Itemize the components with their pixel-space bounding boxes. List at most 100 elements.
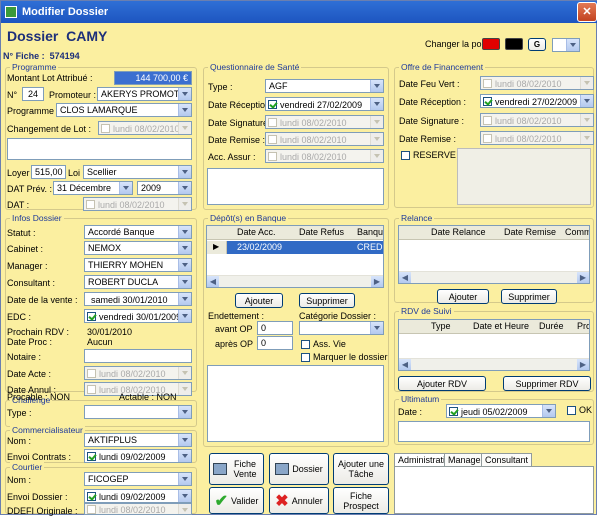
checkbox[interactable] <box>87 385 96 395</box>
checkbox-checked[interactable] <box>87 312 96 322</box>
categorie-dossier-select[interactable] <box>299 321 384 335</box>
checkbox-checked[interactable] <box>87 452 96 462</box>
dat-date[interactable]: lundi 08/02/2010 <box>83 197 192 211</box>
rdv-delete-button[interactable]: Supprimer RDV <box>503 376 591 391</box>
checkbox[interactable] <box>483 116 492 126</box>
sante-type-select[interactable]: AGF <box>265 79 384 93</box>
programme-select[interactable]: CLOS LAMARQUE <box>56 103 192 117</box>
column-header[interactable]: Date et Heure <box>473 321 529 331</box>
reserve-checkbox[interactable]: RESERVE <box>399 150 456 161</box>
commercialisateur-select[interactable]: AKTIFPLUS <box>84 433 192 447</box>
ultimatum-notes[interactable] <box>398 421 590 442</box>
checkbox[interactable] <box>87 505 96 514</box>
column-header[interactable]: Date Remise <box>504 227 556 237</box>
sante-notes[interactable] <box>207 168 384 205</box>
relance-delete-button[interactable]: Supprimer <box>501 289 557 304</box>
apres-op-field[interactable]: 0 <box>257 336 293 350</box>
checkbox[interactable] <box>268 118 277 128</box>
horizontal-scrollbar[interactable]: ◀ ▶ <box>399 271 589 283</box>
checkbox[interactable] <box>268 135 277 145</box>
column-header[interactable]: Banque <box>357 227 383 237</box>
challenge-type-select[interactable] <box>84 405 192 419</box>
courtier-select[interactable]: FICOGEP <box>84 472 192 486</box>
fin-signature-date[interactable]: lundi 08/02/2010 <box>480 113 594 127</box>
annuler-button[interactable]: ✖ Annuler <box>269 487 329 514</box>
checkbox[interactable] <box>483 134 492 144</box>
horizontal-scrollbar[interactable]: ◀ ▶ <box>399 358 589 370</box>
montant-field[interactable]: 144 700,00 € <box>114 71 192 85</box>
envoi-dossier-date[interactable]: lundi 09/02/2009 <box>84 489 192 503</box>
checkbox[interactable] <box>483 79 492 89</box>
horizontal-scrollbar[interactable]: ◀ ▶ <box>207 275 383 287</box>
consultant-select[interactable]: ROBERT DUCLA <box>84 275 192 289</box>
avant-op-field[interactable]: 0 <box>257 321 293 335</box>
checkbox-checked[interactable] <box>449 407 458 417</box>
checkbox[interactable] <box>301 340 310 350</box>
marquer-dossier-checkbox[interactable]: Marquer le dossier <box>299 352 388 363</box>
lot-number-field[interactable]: 24 <box>22 87 44 101</box>
notaire-field[interactable] <box>84 349 192 363</box>
statut-select[interactable]: Accordé Banque <box>84 225 192 239</box>
dossier-button[interactable]: Dossier <box>269 453 329 485</box>
checkbox[interactable] <box>87 369 96 379</box>
fin-remise-date[interactable]: lundi 08/02/2010 <box>480 131 594 145</box>
changement-lot-date[interactable]: lundi 08/02/2010 <box>98 121 192 135</box>
checkbox-checked[interactable] <box>87 492 96 502</box>
manager-select[interactable]: THIERRY MOHEN <box>84 258 192 272</box>
sante-assur-date[interactable]: lundi 08/02/2010 <box>265 149 384 163</box>
column-header[interactable]: Pro <box>577 321 589 331</box>
promoteur-select[interactable]: AKERYS PROMOT <box>97 87 192 101</box>
date-acte-picker[interactable]: lundi 08/02/2010 <box>84 366 192 380</box>
column-header[interactable]: Type <box>431 321 451 331</box>
edc-date[interactable]: vendredi 30/01/2009 <box>84 309 192 323</box>
fin-reception-date[interactable]: vendredi 27/02/2009 <box>480 94 594 108</box>
checkbox[interactable] <box>101 124 110 134</box>
checkbox-checked[interactable] <box>483 97 492 107</box>
depot-delete-button[interactable]: Supprimer <box>299 293 355 308</box>
ass-vie-checkbox[interactable]: Ass. Vie <box>299 339 346 350</box>
sante-reception-date[interactable]: vendredi 27/02/2009 <box>265 97 384 111</box>
ultimatum-date[interactable]: jeudi 05/02/2009 <box>446 404 556 418</box>
dat-prev-year-stepper[interactable]: 2009 <box>137 181 192 195</box>
ddefi-date[interactable]: lundi 08/02/2010 <box>84 503 192 515</box>
loyer-field[interactable]: 515,00 € <box>31 165 66 179</box>
checkbox[interactable] <box>401 151 410 161</box>
checkbox[interactable] <box>567 406 576 416</box>
valider-button[interactable]: ✔ Valider <box>209 487 264 514</box>
depots-notes[interactable] <box>207 365 384 442</box>
close-button[interactable]: ✕ <box>577 2 597 22</box>
fiche-vente-button[interactable]: Fiche Vente <box>209 453 264 485</box>
checkbox[interactable] <box>268 152 277 162</box>
ultimatum-ok-checkbox[interactable]: OK <box>565 405 592 416</box>
envoi-contrats-date[interactable]: lundi 09/02/2009 <box>84 449 192 463</box>
ajouter-tache-button[interactable]: Ajouter une Tâche <box>333 453 389 485</box>
checkbox[interactable] <box>86 200 95 210</box>
column-header[interactable]: Durée <box>539 321 564 331</box>
reserve-notes[interactable] <box>457 148 591 205</box>
sante-remise-date[interactable]: lundi 08/02/2010 <box>265 132 384 146</box>
checkbox[interactable] <box>301 353 310 363</box>
feu-vert-date[interactable]: lundi 08/02/2010 <box>480 76 594 90</box>
red-color-swatch[interactable] <box>482 38 500 50</box>
table-row[interactable]: ▶ ▶ 23/02/2009 CREDIT <box>207 241 383 254</box>
column-header[interactable]: Date Acc. <box>237 227 276 237</box>
column-header[interactable]: Commen <box>565 227 589 237</box>
bold-font-button[interactable]: G <box>528 38 546 51</box>
relance-add-button[interactable]: Ajouter <box>437 289 489 304</box>
date-vente-picker[interactable]: samedi 30/01/2010 <box>84 292 192 306</box>
column-header[interactable]: Date Refus <box>299 227 344 237</box>
changement-lot-notes[interactable] <box>7 138 192 160</box>
font-size-select[interactable] <box>552 38 580 52</box>
black-color-swatch[interactable] <box>505 38 523 50</box>
cabinet-select[interactable]: NEMOX <box>84 241 192 255</box>
column-header[interactable]: Date Relance <box>431 227 486 237</box>
tab-administratif[interactable]: Administratif <box>394 453 452 466</box>
loi-select[interactable]: Scellier <box>83 165 192 179</box>
tab-consultant[interactable]: Consultant <box>481 453 533 466</box>
depot-add-button[interactable]: Ajouter <box>235 293 283 308</box>
checkbox-checked[interactable] <box>268 100 277 110</box>
sante-signature-date[interactable]: lundi 08/02/2010 <box>265 115 384 129</box>
dat-prev-month-select[interactable]: 31 Décembre <box>53 181 133 195</box>
rdv-add-button[interactable]: Ajouter RDV <box>398 376 486 391</box>
fiche-prospect-button[interactable]: Fiche Prospect <box>333 487 389 514</box>
